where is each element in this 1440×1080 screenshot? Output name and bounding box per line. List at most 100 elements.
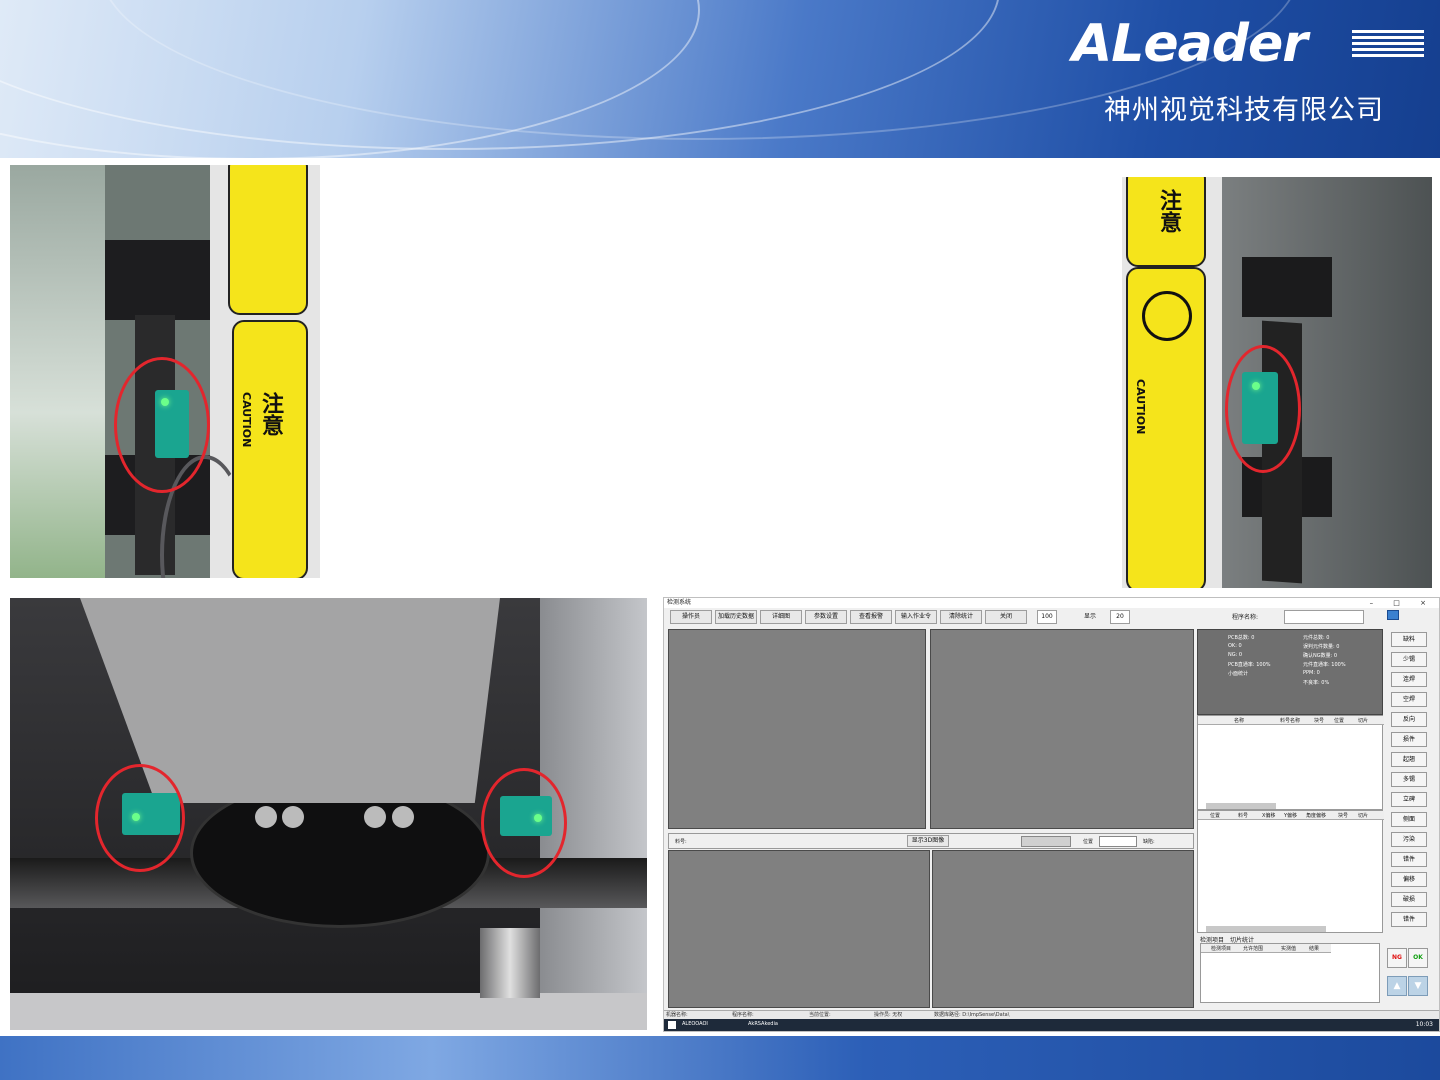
stat-pcb-total: PCB总数: 0 <box>1228 635 1255 641</box>
image-panel-top-left <box>668 629 926 829</box>
program-name-input[interactable] <box>1284 610 1364 624</box>
photo-background <box>10 165 105 578</box>
caution-char: 注 <box>1156 189 1181 211</box>
table-header-cell: 块号 <box>1314 718 1325 724</box>
defect-button-wrong-part[interactable]: 错件 <box>1391 852 1427 867</box>
photo-sensors-on-head <box>10 598 647 1030</box>
toolbar-button-close[interactable]: 关闭 <box>985 610 1027 624</box>
caution-english: CAUTION <box>240 392 253 448</box>
taskbar-item[interactable]: AkRSAkedia <box>748 1021 778 1027</box>
caution-title: 注意 <box>1152 189 1184 233</box>
status-db-path: 数据库路径: D:\ImpSense\Data\ <box>934 1012 1010 1018</box>
toolbar-button-clear-stats[interactable]: 清除统计 <box>940 610 982 624</box>
zoom-input[interactable]: 100 <box>1037 610 1057 624</box>
toolbar-button-operator[interactable]: 操作员 <box>670 610 712 624</box>
system-clock: 10:03 <box>1415 1021 1433 1028</box>
position-table: 位置 料号 X偏移 Y偏移 角度偏移 块号 切片 <box>1197 810 1384 933</box>
caution-label: CAUTION <box>1126 267 1206 588</box>
highlight-circle <box>481 768 567 878</box>
results-table: 名称 料号名称 块号 位置 切片 <box>1197 715 1384 810</box>
horizontal-scrollbar[interactable] <box>1206 803 1276 809</box>
window-controls[interactable]: – □ × <box>1370 598 1435 608</box>
defect-button-insufficient-solder[interactable]: 少锡 <box>1391 652 1427 667</box>
status-operator: 操作员: 无权 <box>874 1012 903 1018</box>
caution-label: 注意 <box>1126 177 1206 267</box>
table-header-cell: 检测项目 <box>1211 946 1232 952</box>
caution-english: CAUTION <box>1134 379 1147 435</box>
windows-start-icon[interactable] <box>668 1021 676 1029</box>
highlight-circle <box>1225 345 1301 473</box>
connector-icon <box>364 806 386 828</box>
image-panel-top-right <box>930 629 1194 829</box>
status-box <box>1021 836 1071 847</box>
toolbar-button-detail-view[interactable]: 详细图 <box>760 610 802 624</box>
ok-button[interactable]: OK <box>1408 948 1428 968</box>
ng-button[interactable]: NG <box>1387 948 1407 968</box>
table-header-cell: 实测值 <box>1281 946 1297 952</box>
stat-board-count: 小面统计 <box>1228 671 1249 677</box>
toolbar-button-params[interactable]: 参数设置 <box>805 610 847 624</box>
defect-button-reverse[interactable]: 反向 <box>1391 712 1427 727</box>
company-logo: ALeader <box>1072 14 1424 74</box>
table-header-cell: 块号 <box>1338 813 1349 819</box>
status-program: 程序名称: <box>732 1012 754 1018</box>
defect-button-excess-solder[interactable]: 多锡 <box>1391 772 1427 787</box>
defect-button-missing[interactable]: 缺料 <box>1391 632 1427 647</box>
photo-conveyor <box>10 993 647 1030</box>
show-3d-button[interactable]: 显示3D图像 <box>907 835 949 847</box>
defect-button-lifted[interactable]: 起翘 <box>1391 752 1427 767</box>
logo-stripes-icon <box>1352 30 1424 70</box>
table-header-cell: Y偏移 <box>1284 813 1298 819</box>
horizontal-scrollbar[interactable] <box>1206 926 1326 932</box>
toolbar-button-work-order[interactable]: 输入作业令 <box>895 610 937 624</box>
connector-icon <box>255 806 277 828</box>
prohibit-icon <box>1142 291 1192 341</box>
table-header-cell: 结果 <box>1309 946 1320 952</box>
program-label: 程序名称: <box>1232 614 1259 621</box>
photo-sensor-left-side: 注意 CAUTION <box>10 165 320 578</box>
taskbar-item[interactable]: ALEOOAOI <box>682 1021 708 1027</box>
image-panel-bottom-right <box>932 850 1194 1008</box>
table-header-cell: 名称 <box>1234 718 1245 724</box>
arrow-up-icon[interactable]: ▲ <box>1387 976 1407 996</box>
stat-ok: OK: 0 <box>1228 643 1242 649</box>
toolbar-button-alarms[interactable]: 查看报警 <box>850 610 892 624</box>
connector-icon <box>282 806 304 828</box>
defect-button-bridge[interactable]: 连焊 <box>1391 672 1427 687</box>
lower-info-bar: 料号: 显示3D图像 位置 缺陷: <box>668 833 1194 849</box>
status-position: 当前位置: <box>809 1012 831 1018</box>
table-header-cell: 位置 <box>1210 813 1221 819</box>
display-input[interactable]: 20 <box>1110 610 1130 624</box>
table-header-cell: 位置 <box>1334 718 1345 724</box>
defect-label: 缺陷: <box>1143 839 1155 845</box>
caution-char: 意 <box>258 414 283 436</box>
camera-icon[interactable] <box>1387 610 1399 620</box>
stat-ppm: PPM: 0 <box>1303 670 1320 676</box>
defect-button-offset[interactable]: 偏移 <box>1391 872 1427 887</box>
defect-button-side[interactable]: 侧面 <box>1391 812 1427 827</box>
defect-button-tombstone[interactable]: 立碑 <box>1391 792 1427 807</box>
defect-button-damaged[interactable]: 损件 <box>1391 732 1427 747</box>
photo-screw <box>480 928 540 998</box>
arrow-down-icon[interactable]: ▼ <box>1408 976 1428 996</box>
defect-button-broken[interactable]: 破损 <box>1391 892 1427 907</box>
window-titlebar: 检测系统 – □ × <box>664 598 1439 608</box>
defect-button-wrong-component[interactable]: 错件 <box>1391 912 1427 927</box>
toolbar-button-load-history[interactable]: 加载历史数据 <box>715 610 757 624</box>
image-panel-bottom-left <box>668 850 930 1008</box>
display-label: 显示 <box>1084 613 1097 620</box>
table-header-cell: 料号名称 <box>1280 718 1301 724</box>
table-header-cell: X偏移 <box>1262 813 1276 819</box>
position-input[interactable] <box>1099 836 1137 847</box>
table-header-cell: 切片 <box>1358 813 1369 819</box>
defect-button-contamination[interactable]: 污染 <box>1391 832 1427 847</box>
highlight-circle <box>114 357 210 493</box>
photo-sensor-right-side: 注意 CAUTION <box>1122 177 1432 588</box>
photo-bracket <box>105 240 215 320</box>
inspection-table: 检测项目 允许范围 实测值 结果 <box>1200 943 1380 1003</box>
caution-char: 注 <box>258 392 283 414</box>
statistics-panel: PCB总数: 0 OK: 0 NG: 0 PCB直通率: 100% 小面统计 元… <box>1197 629 1383 715</box>
defect-button-open[interactable]: 空焊 <box>1391 692 1427 707</box>
stat-component-total: 元件总数: 0 <box>1303 635 1330 641</box>
stat-misjudge: 误判元件数量: 0 <box>1303 644 1340 650</box>
